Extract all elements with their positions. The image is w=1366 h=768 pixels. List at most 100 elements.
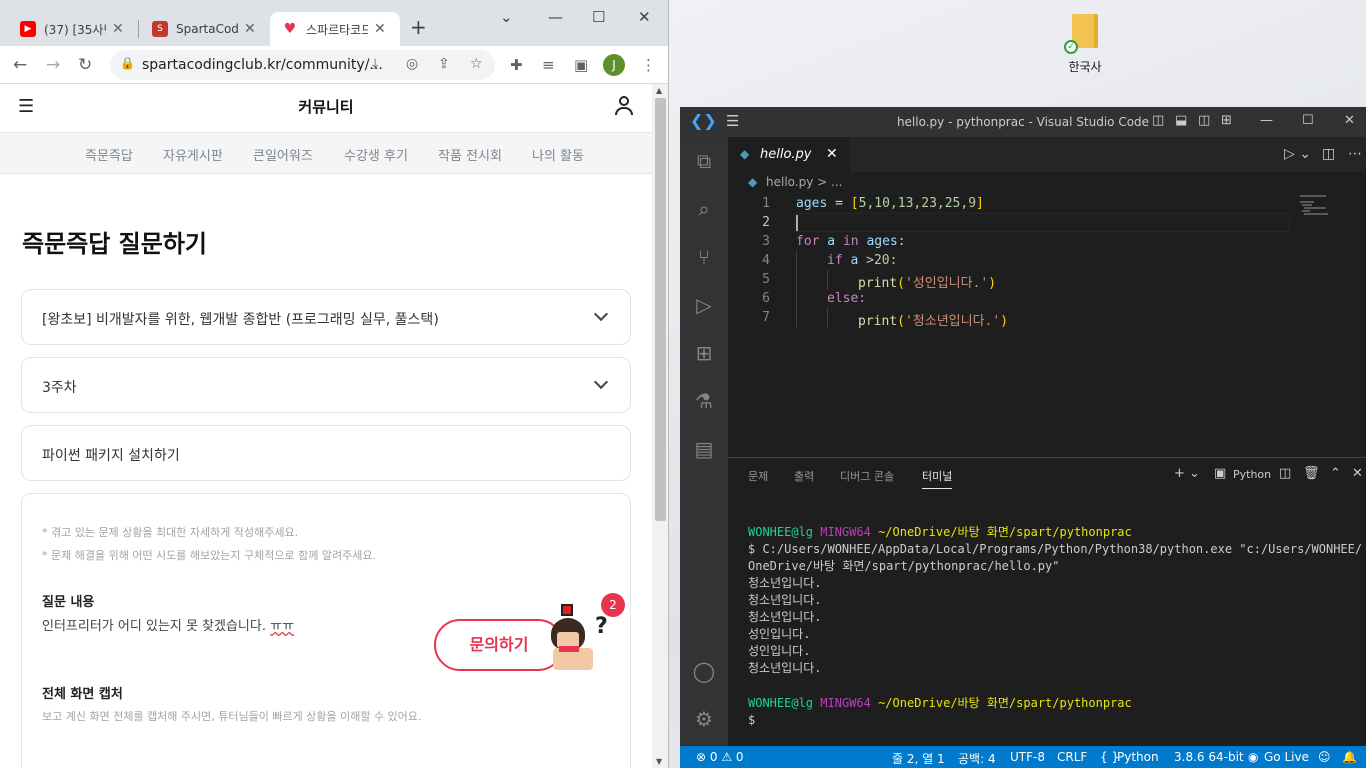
forward-icon[interactable]: → xyxy=(46,55,60,75)
back-icon[interactable]: ← xyxy=(13,55,27,75)
address-bar[interactable]: 🔒 spartacodingclub.kr/community/... ⤓ ◎ … xyxy=(110,50,495,80)
course-select-value: [왕초보] 비개발자를 위한, 웹개발 종합반 (프로그래밍 실무, 풀스택) xyxy=(42,312,439,328)
close-tab-icon[interactable]: ✕ xyxy=(826,146,838,162)
new-terminal-icon[interactable]: + ⌄ xyxy=(1174,466,1200,481)
profile-avatar[interactable]: J xyxy=(603,54,625,76)
week-select[interactable]: 3주차 xyxy=(21,357,631,413)
status-cursor-position[interactable]: 줄 2, 열 1 xyxy=(892,750,945,767)
status-problems[interactable]: ⊗ 0 ⚠ 0 xyxy=(696,750,744,764)
status-language[interactable]: Python xyxy=(1117,750,1159,764)
browser-tab-sparta-community[interactable]: ♥ 스파르타코드 ✕ xyxy=(270,12,400,46)
testing-icon[interactable]: ⚗ xyxy=(692,389,716,413)
minimize-button[interactable]: — xyxy=(1260,113,1273,128)
split-terminal-icon[interactable]: ◫ xyxy=(1279,466,1291,481)
more-menu-icon[interactable]: ⋮ xyxy=(641,56,656,74)
search-icon[interactable]: ⌕ xyxy=(692,197,716,221)
subnav-my-activity[interactable]: 나의 활동 xyxy=(532,145,584,164)
eye-off-icon[interactable]: ◎ xyxy=(406,56,418,72)
remote-explorer-icon[interactable]: ▤ xyxy=(692,437,716,461)
capture-hint: 보고 계신 화면 전체를 캡처해 주시면, 튜터님들이 빠르게 상황을 이해할 … xyxy=(42,710,422,723)
run-file-icon[interactable]: ▷ ⌄ xyxy=(1284,146,1311,162)
editor-tab-hello-py[interactable]: ◆ hello.py ✕ xyxy=(728,137,850,172)
media-icon[interactable]: ≡ xyxy=(542,56,555,74)
status-go-live[interactable]: Go Live xyxy=(1264,750,1309,764)
close-panel-icon[interactable]: ✕ xyxy=(1352,466,1363,481)
settings-gear-icon[interactable]: ⚙ xyxy=(692,707,716,731)
toggle-sidebar-icon[interactable]: ◫ xyxy=(1152,113,1164,128)
maximize-panel-icon[interactable]: ⌃ xyxy=(1330,466,1341,481)
close-window-button[interactable]: ✕ xyxy=(1344,113,1355,128)
code-line-4: if a >20: xyxy=(827,253,898,268)
scroll-down-icon[interactable]: ▼ xyxy=(656,757,662,766)
toggle-secondary-sidebar-icon[interactable]: ◫ xyxy=(1198,113,1210,128)
source-control-icon[interactable]: ⑂ xyxy=(692,245,716,269)
scroll-thumb[interactable] xyxy=(655,98,666,521)
editor-tab-label: hello.py xyxy=(760,147,812,162)
more-actions-icon[interactable]: ⋯ xyxy=(1348,146,1362,162)
browser-tab-sparta[interactable]: S SpartaCodin ✕ xyxy=(140,12,270,46)
panel-tab-output[interactable]: 출력 xyxy=(794,468,814,484)
scroll-up-icon[interactable]: ▲ xyxy=(656,86,662,95)
status-bar: ⊗ 0 ⚠ 0 줄 2, 열 1 공백: 4 UTF-8 CRLF { } Py… xyxy=(680,746,1366,768)
folder-label: 한국사 xyxy=(1068,60,1102,74)
editor-tabs: ◆ hello.py ✕ ▷ ⌄ ◫ ⋯ xyxy=(728,137,1366,172)
accounts-icon[interactable]: ◯ xyxy=(692,659,716,683)
maximize-button[interactable]: ☐ xyxy=(592,8,605,26)
code-editor[interactable]: 1 2 3 4 5 6 7 ages = [5,10,13,23,25,9] f… xyxy=(728,194,1348,454)
notifications-bell-icon[interactable]: 🔔 xyxy=(1342,750,1357,764)
subnav-gallery[interactable]: 작품 전시회 xyxy=(438,145,502,164)
topic-value: 파이썬 패키지 설치하기 xyxy=(42,448,180,464)
subnav-awards[interactable]: 큰일어워즈 xyxy=(253,145,313,164)
terminal-profile-label[interactable]: Python xyxy=(1233,468,1271,481)
breadcrumb-text[interactable]: hello.py > ... xyxy=(766,175,842,189)
panel-tab-debug-console[interactable]: 디버그 콘솔 xyxy=(840,468,894,484)
panel-tab-problems[interactable]: 문제 xyxy=(748,468,768,484)
code-line-5: print('성인입니다.') xyxy=(858,276,997,291)
explorer-icon[interactable]: ⧉ xyxy=(692,149,716,173)
subnav-free-board[interactable]: 자유게시판 xyxy=(163,145,223,164)
reload-icon[interactable]: ↻ xyxy=(78,55,92,75)
minimap[interactable] xyxy=(1298,194,1366,224)
share-icon[interactable]: ⇪ xyxy=(438,56,450,72)
install-icon[interactable]: ⤓ xyxy=(372,56,378,72)
extensions-icon[interactable]: ✚ xyxy=(510,56,523,74)
close-tab-icon[interactable]: ✕ xyxy=(374,21,386,37)
toggle-panel-icon[interactable]: ⬓ xyxy=(1175,113,1187,128)
close-tab-icon[interactable]: ✕ xyxy=(244,21,256,37)
desktop-folder[interactable]: ✓ 한국사 xyxy=(1060,10,1110,80)
minimize-button[interactable]: — xyxy=(548,8,563,26)
close-tab-icon[interactable]: ✕ xyxy=(112,21,124,37)
customize-layout-icon[interactable]: ⊞ xyxy=(1221,113,1232,128)
terminal-prompt: $ xyxy=(748,713,756,727)
browser-tab-youtube[interactable]: ▶ (37) [35사딘 ✕ xyxy=(8,12,134,46)
subnav-reviews[interactable]: 수강생 후기 xyxy=(344,145,408,164)
subnav-qna[interactable]: 즉문즉답 xyxy=(85,145,133,164)
status-interpreter[interactable]: 3.8.6 64-bit xyxy=(1174,750,1244,764)
terminal-output[interactable]: WONHEE@lg MINGW64 ~/OneDrive/바탕 화면/spart… xyxy=(748,524,1363,729)
course-select[interactable]: [왕초보] 비개발자를 위한, 웹개발 종합반 (프로그래밍 실무, 풀스택) xyxy=(21,289,631,345)
maximize-button[interactable]: ☐ xyxy=(1302,113,1314,128)
question-text-main: 인터프리터가 어디 있는지 못 찾겠습니다. xyxy=(42,619,271,634)
panel-tab-terminal[interactable]: 터미널 xyxy=(922,468,953,489)
status-encoding[interactable]: UTF-8 xyxy=(1010,750,1045,764)
user-icon[interactable] xyxy=(614,94,634,116)
trash-icon[interactable]: 🗑 xyxy=(1303,466,1320,481)
topic-input[interactable]: 파이썬 패키지 설치하기 xyxy=(21,425,631,481)
page-scrollbar[interactable]: ▲ ▼ xyxy=(652,84,668,768)
bookmark-star-icon[interactable]: ☆ xyxy=(470,56,483,72)
status-indentation[interactable]: 공백: 4 xyxy=(958,750,996,767)
close-window-button[interactable]: ✕ xyxy=(638,8,651,26)
tab-search-icon[interactable]: ⌄ xyxy=(500,8,513,26)
indent-guide xyxy=(796,251,797,327)
indent-guide xyxy=(827,270,828,289)
terminal-profile-icon[interactable]: ▣ xyxy=(1214,466,1226,481)
new-tab-button[interactable]: + xyxy=(410,15,427,39)
split-editor-icon[interactable]: ◫ xyxy=(1322,146,1335,162)
url-text[interactable]: spartacodingclub.kr/community/... xyxy=(142,57,392,73)
question-text[interactable]: 인터프리터가 어디 있는지 못 찾겠습니다. ㅠㅠ xyxy=(42,615,294,634)
extensions-icon[interactable]: ⊞ xyxy=(692,341,716,365)
run-debug-icon[interactable]: ▷ xyxy=(692,293,716,317)
feedback-icon[interactable]: ☺ xyxy=(1318,750,1331,764)
side-panel-icon[interactable]: ▣ xyxy=(574,56,588,74)
status-eol[interactable]: CRLF xyxy=(1057,750,1087,764)
